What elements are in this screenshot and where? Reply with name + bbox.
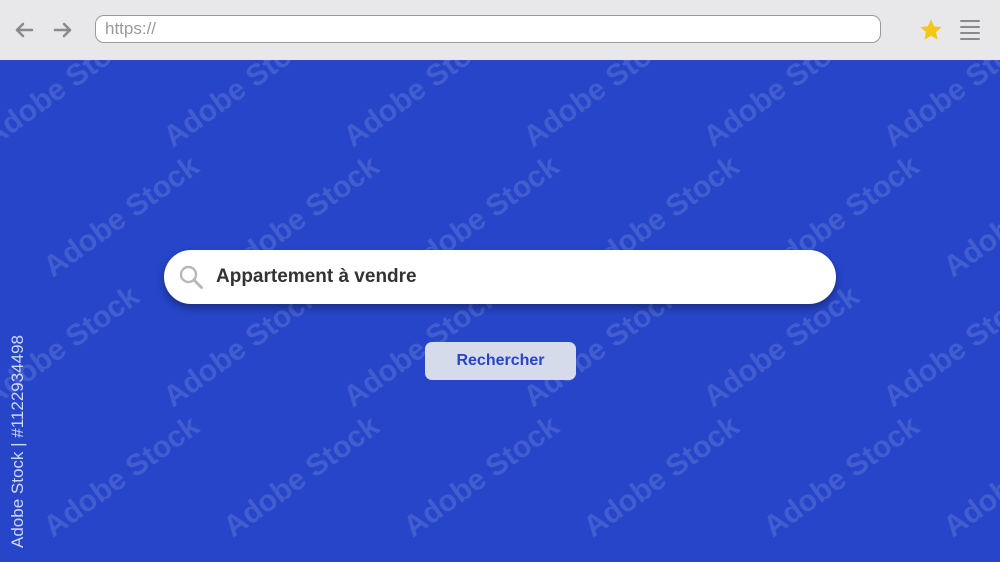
- search-icon: [179, 265, 203, 289]
- watermark-text: Adobe Stock: [37, 409, 206, 544]
- address-bar[interactable]: [95, 15, 881, 43]
- watermark-text: Adobe Stock: [0, 279, 146, 414]
- watermark-text: Adobe Stock: [757, 409, 926, 544]
- watermark-text: Adobe Stock: [217, 409, 386, 544]
- menu-line: [960, 26, 980, 28]
- search-input[interactable]: [214, 250, 816, 304]
- browser-toolbar: [0, 0, 1000, 60]
- browser-window: Adobe StockAdobe StockAdobe StockAdobe S…: [0, 0, 1000, 562]
- menu-line: [960, 32, 980, 34]
- menu-button[interactable]: [958, 18, 982, 42]
- watermark-text: Adobe Stock: [937, 409, 1000, 544]
- arrow-right-icon: [53, 22, 72, 38]
- star-icon: [920, 19, 942, 40]
- menu-line: [960, 38, 980, 40]
- watermark-text: Adobe Stock: [577, 409, 746, 544]
- watermark-text: Adobe Stock: [397, 409, 566, 544]
- watermark-text: Adobe Stock: [877, 279, 1000, 414]
- stock-credit-text: Adobe Stock | #1122934498: [8, 335, 27, 548]
- search-box: [164, 250, 836, 304]
- back-button[interactable]: [11, 17, 37, 43]
- menu-line: [960, 20, 980, 22]
- watermark-text: Adobe Stock: [937, 149, 1000, 284]
- arrow-left-icon: [15, 22, 34, 38]
- forward-button[interactable]: [50, 17, 76, 43]
- search-button[interactable]: Rechercher: [425, 342, 576, 380]
- bookmark-button[interactable]: [917, 16, 945, 44]
